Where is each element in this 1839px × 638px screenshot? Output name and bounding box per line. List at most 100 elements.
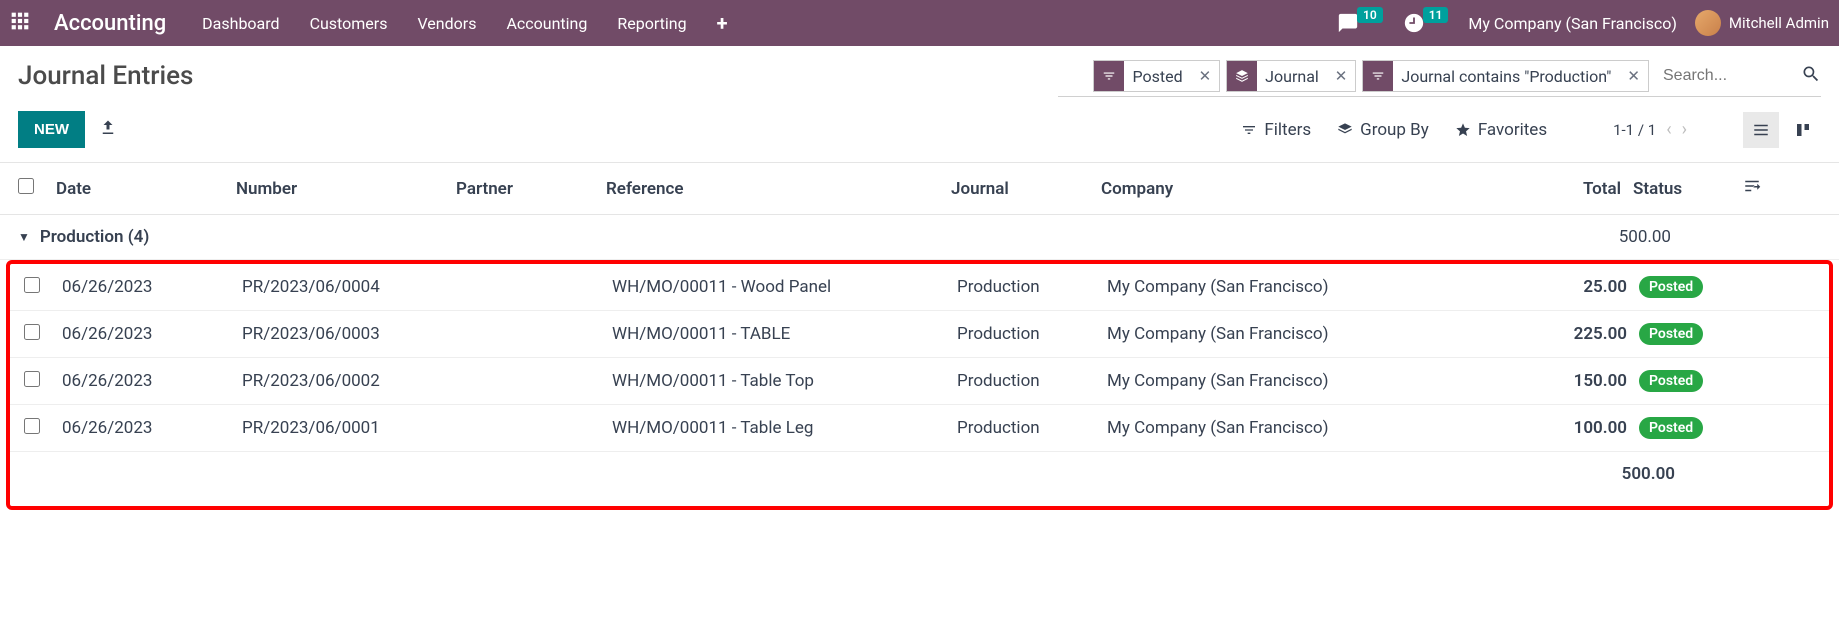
activities-button[interactable]: 11 [1403, 12, 1451, 34]
cell-status: Posted [1627, 417, 1727, 439]
favorites-label: Favorites [1478, 120, 1547, 140]
table-row[interactable]: 06/26/2023PR/2023/06/0003 WH/MO/00011 - T… [10, 311, 1829, 358]
user-menu[interactable]: Mitchell Admin [1695, 10, 1829, 36]
cell-total: 100.00 [1537, 418, 1627, 438]
list-view: Date Number Partner Reference Journal Co… [0, 162, 1839, 510]
row-checkbox[interactable] [24, 324, 40, 340]
cell-status: Posted [1627, 323, 1727, 345]
controls-bar: NEW Filters Group By Favorites 1-1 / 1 ‹… [0, 97, 1839, 162]
groupby-button[interactable]: Group By [1337, 120, 1429, 140]
col-total[interactable]: Total [1531, 179, 1621, 199]
menu-accounting[interactable]: Accounting [506, 14, 587, 33]
cell-status: Posted [1627, 370, 1727, 392]
group-label: Production (4) [40, 227, 149, 247]
facet-label: Journal [1257, 67, 1327, 86]
filter-icon [1241, 122, 1257, 138]
cell-date: 06/26/2023 [62, 324, 242, 344]
cell-total: 225.00 [1537, 324, 1627, 344]
search-input[interactable] [1655, 61, 1795, 91]
list-view-button[interactable] [1743, 112, 1779, 148]
group-total: 500.00 [1619, 227, 1671, 247]
facet-remove[interactable]: ✕ [1327, 67, 1356, 85]
col-reference[interactable]: Reference [606, 179, 951, 199]
company-selector[interactable]: My Company (San Francisco) [1468, 14, 1677, 33]
filters-button[interactable]: Filters [1241, 120, 1311, 140]
row-checkbox[interactable] [24, 418, 40, 434]
menu-add-icon[interactable]: + [717, 11, 728, 35]
col-status[interactable]: Status [1621, 179, 1721, 199]
menu-vendors[interactable]: Vendors [417, 14, 476, 33]
footer-total: 500.00 [1622, 464, 1675, 484]
messages-button[interactable]: 10 [1337, 12, 1385, 34]
cell-journal: Production [957, 324, 1107, 344]
apps-icon[interactable] [10, 11, 30, 35]
top-nav: Accounting Dashboard Customers Vendors A… [0, 0, 1839, 46]
cell-company: My Company (San Francisco) [1107, 277, 1537, 297]
user-name: Mitchell Admin [1729, 14, 1829, 32]
table-row[interactable]: 06/26/2023PR/2023/06/0001 WH/MO/00011 - T… [10, 405, 1829, 452]
favorites-button[interactable]: Favorites [1455, 120, 1547, 140]
col-date[interactable]: Date [56, 179, 236, 199]
app-brand[interactable]: Accounting [54, 11, 166, 36]
filters-label: Filters [1264, 120, 1311, 140]
status-badge: Posted [1639, 417, 1703, 439]
row-checkbox[interactable] [24, 371, 40, 387]
upload-icon[interactable] [99, 119, 117, 141]
cell-company: My Company (San Francisco) [1107, 324, 1537, 344]
cell-status: Posted [1627, 276, 1727, 298]
page-title: Journal Entries [18, 61, 193, 91]
new-button[interactable]: NEW [18, 111, 85, 148]
table-header: Date Number Partner Reference Journal Co… [0, 163, 1839, 215]
facet-remove[interactable]: ✕ [1191, 67, 1220, 85]
pager-prev[interactable]: ‹ [1666, 119, 1671, 140]
pager-text: 1-1 / 1 [1613, 121, 1656, 139]
kanban-view-button[interactable] [1785, 112, 1821, 148]
facet-posted: Posted ✕ [1093, 60, 1220, 92]
facet-journal: Journal ✕ [1226, 60, 1356, 92]
status-badge: Posted [1639, 370, 1703, 392]
cell-journal: Production [957, 371, 1107, 391]
cell-date: 06/26/2023 [62, 418, 242, 438]
menu-customers[interactable]: Customers [310, 14, 388, 33]
cell-date: 06/26/2023 [62, 277, 242, 297]
pager-next[interactable]: › [1682, 119, 1687, 140]
facet-label: Posted [1124, 67, 1190, 86]
status-badge: Posted [1639, 276, 1703, 298]
col-company[interactable]: Company [1101, 179, 1531, 199]
star-icon [1455, 122, 1471, 138]
activities-badge: 11 [1423, 7, 1449, 23]
footer-row: 500.00 [10, 452, 1829, 496]
table-row[interactable]: 06/26/2023PR/2023/06/0002WH/MO/00011 - T… [10, 358, 1829, 405]
caret-down-icon: ▼ [18, 230, 30, 244]
group-row-production[interactable]: ▼ Production (4) 500.00 [0, 215, 1839, 260]
cell-number: PR/2023/06/0001 [242, 418, 462, 438]
facet-remove[interactable]: ✕ [1619, 67, 1648, 85]
col-partner[interactable]: Partner [456, 179, 606, 199]
table-row[interactable]: 06/26/2023PR/2023/06/0004WH/MO/00011 - W… [10, 264, 1829, 311]
pager: 1-1 / 1 ‹ › [1613, 119, 1687, 140]
optional-columns-icon[interactable] [1721, 177, 1761, 200]
cell-reference: WH/MO/00011 - Table Top [612, 371, 957, 391]
status-badge: Posted [1639, 323, 1703, 345]
cell-journal: Production [957, 277, 1107, 297]
filter-icon [1094, 61, 1124, 91]
cell-number: PR/2023/06/0002 [242, 371, 462, 391]
layers-icon [1337, 122, 1353, 138]
highlighted-rows: 06/26/2023PR/2023/06/0004WH/MO/00011 - W… [6, 260, 1833, 510]
cell-reference: WH/MO/00011 - TABLE [612, 324, 957, 344]
search-icon[interactable] [1801, 64, 1821, 88]
groupby-label: Group By [1360, 120, 1429, 140]
filter-icon [1363, 61, 1393, 91]
col-journal[interactable]: Journal [951, 179, 1101, 199]
messages-badge: 10 [1357, 7, 1383, 23]
cell-reference: WH/MO/00011 - Table Leg [612, 418, 957, 438]
facet-journal-contains: Journal contains "Production" ✕ [1362, 60, 1649, 92]
menu-dashboard[interactable]: Dashboard [202, 14, 279, 33]
cell-total: 150.00 [1537, 371, 1627, 391]
cell-number: PR/2023/06/0003 [242, 324, 462, 344]
row-checkbox[interactable] [24, 277, 40, 293]
select-all-checkbox[interactable] [18, 178, 34, 194]
cell-journal: Production [957, 418, 1107, 438]
col-number[interactable]: Number [236, 179, 456, 199]
menu-reporting[interactable]: Reporting [617, 14, 686, 33]
